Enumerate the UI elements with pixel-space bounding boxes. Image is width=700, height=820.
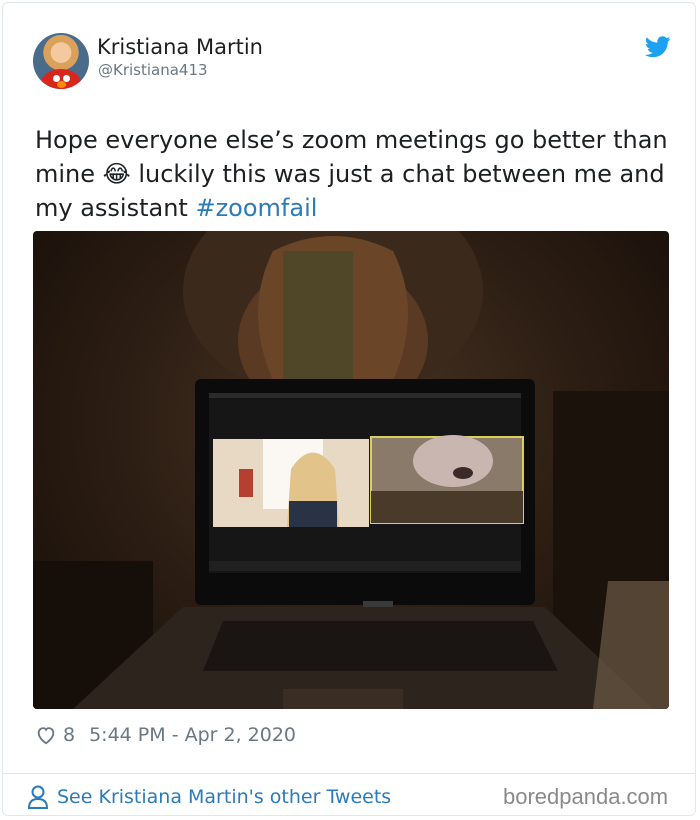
tweet-card: Kristiana Martin @Kristiana413 Hope ever… <box>2 2 696 816</box>
hashtag-link[interactable]: #zoomfail <box>195 194 317 222</box>
other-tweets-label[interactable]: See Kristiana Martin's other Tweets <box>57 786 391 808</box>
tweet-photo[interactable] <box>33 231 669 709</box>
divider <box>3 773 695 774</box>
tweet-meta: 8 5:44 PM - Apr 2, 2020 <box>35 721 296 749</box>
author-name[interactable]: Kristiana Martin <box>97 35 263 59</box>
tears-of-joy-emoji: 😂 <box>102 160 131 188</box>
person-icon <box>27 785 49 809</box>
zoom-laptop-photo <box>33 231 669 709</box>
other-tweets-link[interactable]: See Kristiana Martin's other Tweets <box>27 784 391 810</box>
timestamp[interactable]: 5:44 PM - Apr 2, 2020 <box>89 724 296 746</box>
like-count: 8 <box>63 724 76 746</box>
heart-icon[interactable] <box>35 724 57 746</box>
avatar[interactable] <box>33 33 89 89</box>
author-handle[interactable]: @Kristiana413 <box>98 61 208 79</box>
twitter-bird-icon[interactable] <box>645 36 671 58</box>
tweet-text: Hope everyone else’s zoom meetings go be… <box>35 123 675 225</box>
watermark: boredpanda.com <box>503 784 669 809</box>
